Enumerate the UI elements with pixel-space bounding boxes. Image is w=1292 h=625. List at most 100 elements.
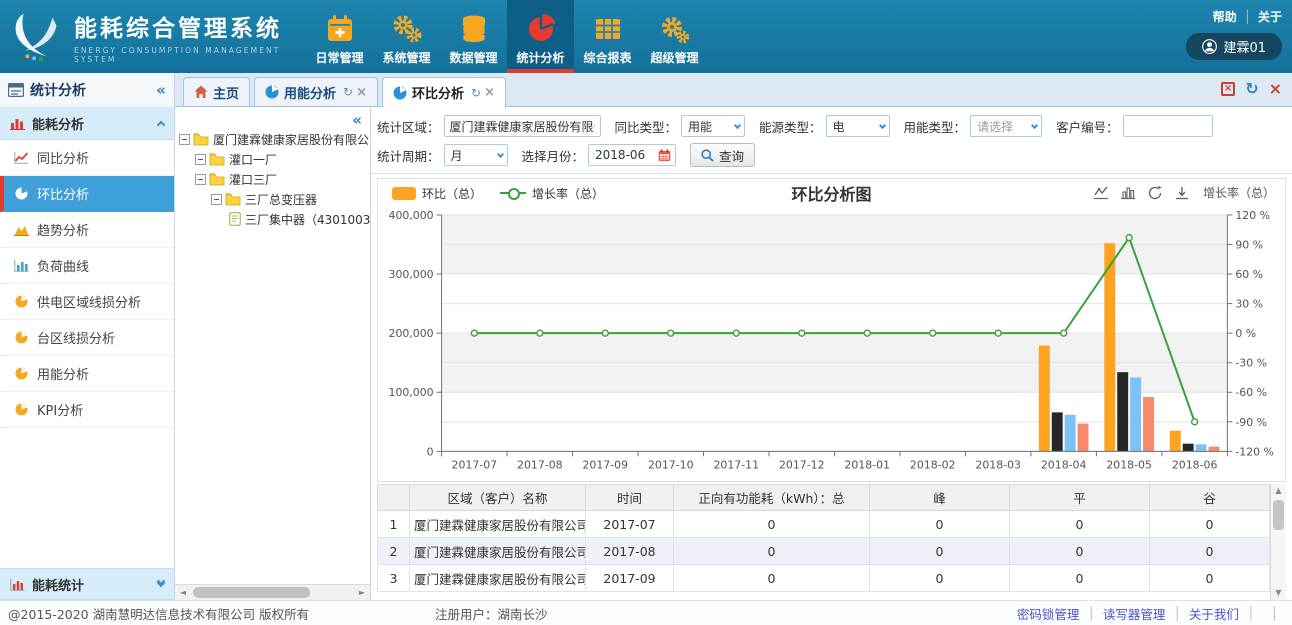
tree-node-concentrator[interactable]: 三厂集中器（4301003 [179, 209, 366, 229]
chart-plot[interactable]: 0100,000200,000300,000400,000-120 %-90 %… [378, 207, 1285, 481]
tree-node-label: 三厂集中器（4301003 [245, 211, 370, 228]
region-input[interactable] [444, 115, 601, 137]
svg-text:-90 %: -90 % [1235, 416, 1267, 429]
copyright-text: @2015-2020 湖南慧明达信息技术有限公司 版权所有 [8, 604, 309, 623]
org-tree-panel: « 厦门建霖健康家居股份有限公司 灌口一厂 [175, 107, 371, 600]
svg-text:2018-03: 2018-03 [975, 458, 1021, 471]
refresh-tab-icon[interactable]: ↻ [1245, 82, 1258, 96]
sidebar-item-yongneng[interactable]: 用能分析 [0, 356, 174, 392]
tree-horizontal-scrollbar[interactable]: ◄ ► [175, 584, 370, 600]
sidebar-collapse-icon[interactable]: « [156, 81, 166, 99]
tab-refresh-icon[interactable]: ↻ [343, 85, 353, 99]
scrollbar-thumb[interactable] [193, 587, 310, 598]
table-row[interactable]: 1 厦门建霖健康家居股份有限公司 2017-07 0 0 0 0 [378, 511, 1270, 538]
tree-node-plant1[interactable]: 灌口一厂 [179, 149, 366, 169]
nav-data-management[interactable]: 数据管理 [440, 0, 507, 73]
tree-toggle-minus[interactable] [195, 174, 206, 185]
svg-text:2017-07: 2017-07 [452, 458, 498, 471]
tree-node-plant3[interactable]: 灌口三厂 [179, 169, 366, 189]
customer-no-input[interactable] [1123, 115, 1213, 137]
result-table: 区域（客户）名称 时间 正向有功能耗（kWh）：总 峰 平 谷 [377, 484, 1270, 592]
sidebar-item-taiqu-xiansun[interactable]: 台区线损分析 [0, 320, 174, 356]
nav-super-management[interactable]: 超级管理 [641, 0, 708, 73]
app-title: 能耗综合管理系统 [74, 9, 300, 43]
tree-toggle-minus[interactable] [211, 194, 222, 205]
tab-close-icon[interactable]: × [356, 85, 367, 100]
col-valley: 谷 [1150, 485, 1270, 511]
legend-item-huanbi[interactable]: 环比（总） [392, 185, 482, 202]
nav-label: 综合报表 [583, 49, 631, 66]
scroll-right-icon[interactable]: ► [354, 588, 370, 597]
app-subtitle: ENERGY CONSUMPTION MANAGEMENT SYSTEM [74, 46, 300, 64]
tree-node-label: 灌口三厂 [229, 171, 277, 188]
sidebar-item-tongbi[interactable]: 同比分析 [0, 140, 174, 176]
tree-collapse-icon[interactable]: « [352, 111, 362, 129]
nav-daily-management[interactable]: 日常管理 [306, 0, 373, 73]
compare-type-select[interactable]: 用能 [681, 115, 745, 137]
sidebar-item-kpi[interactable]: KPI分析 [0, 392, 174, 428]
svg-text:2018-02: 2018-02 [910, 458, 956, 471]
sidebar: 统计分析 « 能耗分析 同比分析 [0, 73, 175, 600]
compare-type-label: 同比类型： [615, 117, 678, 136]
tab-home[interactable]: 主页 [183, 77, 250, 106]
close-tab-icon[interactable]: × [1269, 82, 1282, 96]
search-icon [701, 149, 714, 162]
tab-label: 用能分析 [284, 83, 336, 102]
line-chart-icon [14, 151, 29, 164]
svg-text:400,000: 400,000 [389, 209, 434, 222]
sidebar-section-energy-statistics[interactable]: 能耗统计 [0, 568, 174, 600]
table-vertical-scrollbar[interactable]: ▲ ▼ [1270, 484, 1286, 600]
reader-management-link[interactable]: 读写器管理 [1103, 604, 1166, 623]
nav-comprehensive-reports[interactable]: 综合报表 [574, 0, 641, 73]
period-select[interactable]: 月 [444, 144, 508, 166]
tab-huanbi-analysis[interactable]: 环比分析 ↻ × [382, 77, 506, 107]
svg-text:2017-08: 2017-08 [517, 458, 563, 471]
sidebar-item-qushi[interactable]: 趋势分析 [0, 212, 174, 248]
nav-statistical-analysis[interactable]: 统计分析 [507, 0, 574, 73]
org-tree: 厦门建霖健康家居股份有限公司 灌口一厂 灌口三厂 [179, 129, 366, 229]
table-row[interactable]: 2 厦门建霖健康家居股份有限公司 2017-08 0 0 0 0 [378, 538, 1270, 565]
table-row[interactable]: 3 厦门建霖健康家居股份有限公司 2017-09 0 0 0 0 [378, 565, 1270, 592]
about-us-link[interactable]: 关于我们 [1189, 604, 1239, 623]
sidebar-item-fuhe[interactable]: 负荷曲线 [0, 248, 174, 284]
tab-refresh-icon[interactable]: ↻ [471, 86, 481, 100]
chevron-up-icon [157, 121, 165, 129]
section-label: 能耗分析 [32, 114, 158, 133]
query-button[interactable]: 查询 [690, 143, 755, 167]
calendar-icon [658, 149, 671, 162]
registered-user-text: 注册用户：湖南长沙 [435, 604, 548, 623]
bar-chart-toggle-icon[interactable] [1120, 185, 1136, 201]
line-chart-toggle-icon[interactable] [1093, 185, 1109, 201]
about-link[interactable]: 关于 [1258, 8, 1282, 25]
filter-panel: 统计区域： 同比类型： 用能 能源类型： 电 用能类型： 请选择 [371, 107, 1292, 174]
tree-toggle-minus[interactable] [179, 134, 190, 145]
scroll-left-icon[interactable]: ◄ [175, 588, 191, 597]
close-all-tabs-icon[interactable]: × [1221, 82, 1235, 96]
sidebar-section-energy-analysis[interactable]: 能耗分析 [0, 108, 174, 140]
sidebar-item-gongdian-xiansun[interactable]: 供电区域线损分析 [0, 284, 174, 320]
nav-system-management[interactable]: 系统管理 [373, 0, 440, 73]
nav-label: 统计分析 [516, 49, 564, 66]
tab-yongneng-analysis[interactable]: 用能分析 ↻ × [254, 77, 378, 106]
user-menu[interactable]: 建霖01 [1186, 33, 1282, 60]
scroll-down-icon[interactable]: ▼ [1271, 586, 1286, 600]
scroll-up-icon[interactable]: ▲ [1271, 484, 1286, 498]
month-picker[interactable]: 2018-06 [588, 144, 676, 166]
tree-node-transformer[interactable]: 三厂总变压器 [179, 189, 366, 209]
scrollbar-thumb[interactable] [1273, 500, 1284, 530]
tree-node-company[interactable]: 厦门建霖健康家居股份有限公司 [179, 129, 366, 149]
restore-icon[interactable] [1147, 185, 1163, 201]
svg-text:2018-05: 2018-05 [1106, 458, 1152, 471]
tab-close-icon[interactable]: × [484, 85, 495, 100]
tree-toggle-minus[interactable] [195, 154, 206, 165]
legend-item-growth[interactable]: 增长率（总） [500, 185, 604, 202]
download-icon[interactable] [1174, 185, 1190, 201]
usage-type-select[interactable]: 请选择 [970, 115, 1042, 137]
pie-chart-icon [14, 403, 29, 416]
password-lock-link[interactable]: 密码锁管理 [1017, 604, 1080, 623]
help-link[interactable]: 帮助 [1213, 8, 1237, 25]
svg-text:0: 0 [427, 445, 434, 458]
energy-type-select[interactable]: 电 [826, 115, 890, 137]
sidebar-item-huanbi[interactable]: 环比分析 [0, 176, 174, 212]
logo: 能耗综合管理系统 ENERGY CONSUMPTION MANAGEMENT S… [0, 0, 300, 73]
